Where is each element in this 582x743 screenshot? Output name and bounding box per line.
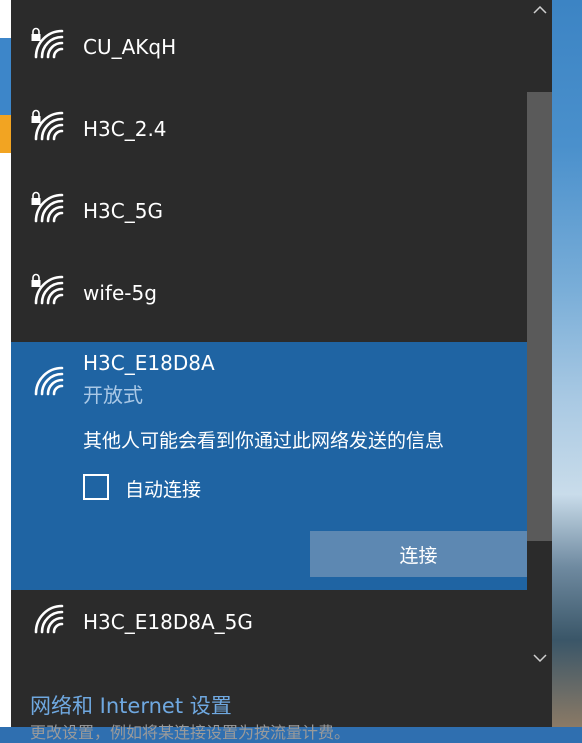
lock-icon [31,191,41,205]
network-name: H3C_E18D8A_5G [83,610,253,634]
chevron-down-icon[interactable] [527,648,552,668]
network-item[interactable]: H3C_5G [11,167,527,249]
settings-hint-text: 更改设置，例如将某连接设置为按流量计费。 [30,723,351,742]
network-name: CU_AKqH [83,35,177,59]
auto-connect-checkbox[interactable] [83,474,109,500]
wifi-lock-icon [31,27,64,59]
connect-button[interactable]: 连接 [310,531,527,577]
auto-connect-label[interactable]: 自动连接 [125,475,201,502]
network-item[interactable]: H3C_E18D8A_5G [11,578,527,660]
wifi-signal-icon [34,604,64,634]
desktop-wallpaper-right [552,0,582,727]
network-name: wife-5g [83,281,157,305]
lock-icon [31,109,41,123]
wifi-flyout: CU_AKqH H3C_2.4 H3C_5G wife-5g H3C_E18D8… [11,0,552,742]
wifi-lock-icon [31,109,64,141]
network-settings-link[interactable]: 网络和 Internet 设置 [30,690,232,720]
scrollbar[interactable] [527,0,552,670]
network-item-selected[interactable]: H3C_E18D8A 开放式 其他人可能会看到你通过此网络发送的信息 自动连接 … [11,342,527,590]
wifi-lock-icon [31,191,64,223]
wifi-lock-icon [31,273,64,305]
network-name: H3C_E18D8A [83,351,215,375]
scrollbar-thumb[interactable] [527,92,552,541]
chevron-up-icon[interactable] [527,0,552,20]
wifi-signal-icon [34,366,64,396]
desktop-wallpaper-left [0,0,11,727]
network-item[interactable]: CU_AKqH [11,3,527,85]
lock-icon [31,27,41,41]
network-list: CU_AKqH H3C_2.4 H3C_5G wife-5g H3C_E18D8… [11,0,527,670]
network-item[interactable]: H3C_2.4 [11,85,527,167]
network-security-type: 开放式 [83,383,143,407]
network-item[interactable]: wife-5g [11,249,527,331]
network-warning-text: 其他人可能会看到你通过此网络发送的信息 [83,430,445,452]
network-name: H3C_5G [83,199,163,223]
network-name: H3C_2.4 [83,117,167,141]
lock-icon [31,273,41,287]
